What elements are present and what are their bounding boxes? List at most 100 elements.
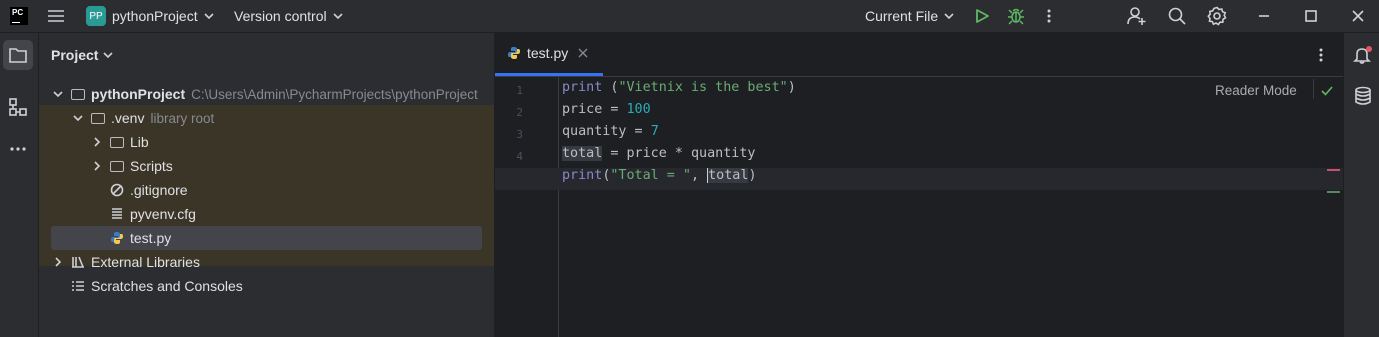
left-tool-strip: [0, 33, 39, 337]
code-token: 7: [650, 124, 659, 139]
tree-item-gitignore[interactable]: .gitignore: [110, 178, 188, 202]
more-vertical-icon: [1047, 9, 1051, 23]
code-token: "Total = ": [610, 168, 691, 183]
close-window-button[interactable]: [1352, 0, 1364, 32]
maximize-icon: [1305, 10, 1317, 22]
code-token: = price * quantity: [602, 146, 756, 161]
tree-item-label: .venv: [111, 110, 145, 126]
debug-button[interactable]: [1007, 0, 1025, 32]
project-badge: PP: [86, 6, 106, 26]
chevron-down-icon: [53, 91, 63, 98]
check-icon: [1321, 86, 1333, 96]
settings-button[interactable]: [1207, 0, 1227, 32]
more-horizontal-icon: [10, 147, 26, 151]
project-panel: Project pythonProject C:\Users\Admin\Pyc…: [39, 33, 495, 337]
tab-label: test.py: [527, 45, 569, 61]
code-token: "Vietnix is the best": [618, 80, 788, 95]
chevron-down-icon: [204, 13, 214, 20]
minimize-button[interactable]: [1258, 0, 1270, 32]
code-line: print ("Vietnix is the best"): [562, 77, 796, 99]
change-stripe-marker[interactable]: [1327, 191, 1340, 193]
code-token: print: [562, 80, 603, 95]
code-token: ): [748, 168, 757, 183]
minimize-icon: [1259, 15, 1269, 17]
structure-tool-button[interactable]: [9, 98, 27, 121]
project-panel-header[interactable]: Project: [51, 47, 114, 63]
run-config-selector[interactable]: Current File: [865, 0, 955, 32]
code-line: quantity = 7: [562, 121, 659, 143]
editor-area: test.py 1 2 3 4 5 print ("Vietnix is the…: [495, 33, 1343, 337]
tree-item-hint: library root: [150, 110, 215, 126]
tree-item-venv[interactable]: .venv library root: [71, 106, 214, 130]
editor-tab-bar: test.py: [495, 33, 1343, 77]
code-token: price =: [562, 102, 627, 117]
pycharm-logo: PC: [10, 0, 28, 32]
code-token: total: [707, 168, 749, 183]
tree-item-label: Lib: [130, 134, 149, 150]
chevron-down-icon: [944, 13, 954, 20]
tree-item-label: pythonProject: [91, 86, 186, 102]
scratches-icon: [72, 281, 84, 291]
code-line: total = price * quantity: [562, 143, 756, 165]
main-menu-button[interactable]: [47, 0, 65, 32]
python-file-icon: [508, 47, 520, 59]
more-vertical-icon: [1319, 48, 1323, 62]
editor-tab-options-button[interactable]: [1318, 47, 1324, 68]
notifications-button[interactable]: [1353, 45, 1373, 70]
version-control-label: Version control: [234, 8, 327, 24]
tree-item-pyvenv-cfg[interactable]: pyvenv.cfg: [110, 202, 196, 226]
tree-item-external-libraries[interactable]: External Libraries: [51, 250, 200, 274]
chevron-right-icon: [94, 161, 101, 171]
chevron-down-icon: [103, 52, 114, 59]
version-control-menu[interactable]: Version control: [234, 0, 344, 32]
database-icon: [1355, 86, 1371, 105]
line-number: 1: [516, 84, 523, 97]
code-line: print("Total = ", total): [562, 165, 757, 187]
reader-mode-button[interactable]: Reader Mode: [1215, 83, 1297, 98]
line-number-gutter: 1 2 3 4 5: [495, 77, 559, 337]
python-file-icon: [111, 232, 123, 244]
code-token: total: [562, 146, 603, 161]
close-tab-icon[interactable]: [578, 48, 588, 58]
project-selector[interactable]: PP pythonProject: [86, 0, 215, 32]
code-token: ,: [691, 168, 708, 183]
tree-item-scripts[interactable]: Scripts: [90, 154, 173, 178]
chevron-right-icon: [94, 137, 101, 147]
database-tool-button[interactable]: [1354, 86, 1372, 111]
more-tools-button[interactable]: [9, 139, 27, 157]
folder-icon: [71, 88, 85, 100]
pycharm-logo-icon: PC: [10, 7, 28, 25]
folder-icon: [9, 48, 27, 63]
tab-test-py[interactable]: test.py: [495, 33, 603, 76]
add-user-button[interactable]: [1127, 0, 1147, 32]
library-icon: [72, 256, 84, 268]
title-bar: PC PP pythonProject Version control Curr…: [0, 0, 1379, 33]
error-stripe-marker[interactable]: [1327, 169, 1340, 171]
folder-icon: [91, 112, 105, 124]
maximize-button[interactable]: [1305, 0, 1317, 32]
text-file-icon: [112, 208, 122, 219]
folder-icon: [110, 136, 124, 148]
line-number: 4: [516, 150, 523, 163]
hamburger-menu-icon: [48, 10, 64, 22]
gear-icon: [1207, 6, 1227, 26]
ignore-file-icon: [110, 183, 124, 197]
close-icon: [1352, 10, 1364, 22]
tree-item-scratches[interactable]: Scratches and Consoles: [71, 274, 243, 298]
tree-item-label: pyvenv.cfg: [130, 206, 196, 222]
search-icon: [1168, 7, 1186, 25]
project-tool-button[interactable]: [3, 40, 33, 70]
project-panel-title: Project: [51, 47, 99, 63]
project-name: pythonProject: [112, 8, 198, 24]
code-token: print: [562, 168, 603, 183]
more-actions-button[interactable]: [1046, 0, 1052, 32]
search-button[interactable]: [1168, 0, 1186, 32]
run-button[interactable]: [974, 0, 990, 32]
tree-item-lib[interactable]: Lib: [90, 130, 149, 154]
tree-item-test-py[interactable]: test.py: [110, 226, 171, 250]
tree-item-label: External Libraries: [91, 254, 200, 270]
chevron-down-icon: [73, 115, 83, 122]
tree-item-pythonproject[interactable]: pythonProject C:\Users\Admin\PycharmProj…: [51, 82, 478, 106]
inspection-ok-button[interactable]: [1321, 84, 1333, 102]
code-token: (: [602, 80, 619, 95]
